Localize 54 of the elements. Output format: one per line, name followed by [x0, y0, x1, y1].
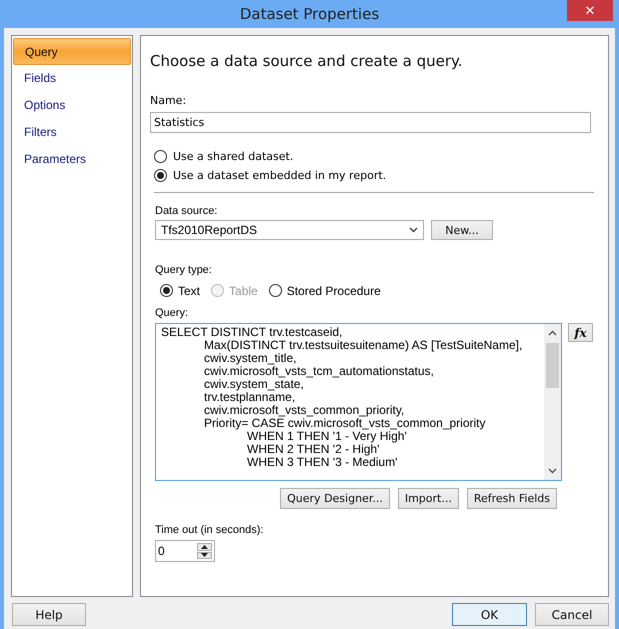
action-button[interactable]: Import...: [398, 488, 459, 509]
radio-label: Use a dataset embedded in my report.: [173, 169, 386, 182]
sidebar-item[interactable]: Query: [13, 38, 131, 65]
field-label: Time out (in seconds):: [155, 524, 264, 538]
sidebar-item[interactable]: Parameters: [13, 146, 131, 173]
scrollbar[interactable]: [544, 324, 561, 480]
sidebar-item[interactable]: Fields: [13, 65, 131, 92]
window-title: Dataset Properties: [240, 5, 380, 23]
action-button[interactable]: Query Designer...: [280, 488, 390, 509]
scroll-down-icon[interactable]: [548, 468, 557, 474]
scroll-up-icon[interactable]: [548, 330, 557, 336]
new-button[interactable]: New...: [431, 220, 493, 240]
field-value: Tfs2010ReportDS: [161, 223, 258, 237]
radio-button[interactable]: [154, 169, 167, 182]
code-line: Max(DISTINCT trv.testsuitesuitename) AS [TestSuiteName],: [203, 339, 524, 352]
action-button[interactable]: Refresh Fields: [466, 488, 557, 509]
radio-label: Stored Procedure: [286, 284, 381, 298]
code-line: WHEN 2 THEN '2 - High': [246, 443, 380, 456]
code-line: trv.testplanname,: [203, 391, 296, 404]
radio-label: Use a shared dataset.: [173, 150, 294, 163]
sidebar-item[interactable]: Filters: [13, 119, 131, 146]
sidebar-item[interactable]: Options: [13, 92, 131, 119]
code-line: cwiv.system_state,: [203, 378, 304, 391]
code-line: cwiv.microsoft_vsts_common_priority,: [203, 404, 406, 417]
ok-button[interactable]: OK: [452, 603, 527, 626]
code-line: WHEN 1 THEN '1 - Very High': [247, 430, 407, 443]
code-line: cwiv.microsoft_vsts_tcm_automationstatus,: [203, 365, 435, 378]
radio-label: Text: [178, 284, 200, 298]
expression-button[interactable]: fx: [568, 323, 593, 342]
code-line: cwiv.system_title,: [203, 352, 296, 365]
cancel-button[interactable]: Cancel: [535, 603, 609, 626]
query-text-area[interactable]: [155, 323, 562, 481]
radio-button[interactable]: [268, 284, 282, 297]
radio-label: Table: [229, 284, 258, 298]
chevron-down-icon: [409, 227, 418, 233]
data-source-dropdown[interactable]: Tfs2010ReportDS: [155, 220, 424, 240]
help-button[interactable]: Help: [12, 603, 86, 626]
spin-up-icon[interactable]: [197, 543, 212, 550]
code-line: SELECT DISTINCT trv.testcaseid,: [161, 326, 344, 339]
field-label: Name:: [150, 94, 188, 108]
name-field[interactable]: Statistics: [150, 112, 591, 133]
scrollbar-thumb[interactable]: [546, 343, 559, 388]
field-label: Query type:: [155, 264, 213, 278]
timeout-spinner[interactable]: 0: [155, 540, 215, 562]
radio-button[interactable]: [160, 284, 173, 297]
field-value: 0: [157, 543, 166, 560]
radio-button[interactable]: [154, 150, 167, 163]
code-line: Priority= CASE cwiv.microsoft_vsts_common_priority: [203, 417, 487, 430]
close-button[interactable]: ✕: [567, 0, 613, 21]
field-label: Data source:: [155, 205, 218, 219]
code-line: WHEN 3 THEN '3 - Medium': [246, 456, 398, 469]
page-heading: Choose a data source and create a query.: [150, 52, 464, 70]
field-label: Query:: [155, 307, 190, 321]
spin-down-icon[interactable]: [197, 552, 212, 559]
